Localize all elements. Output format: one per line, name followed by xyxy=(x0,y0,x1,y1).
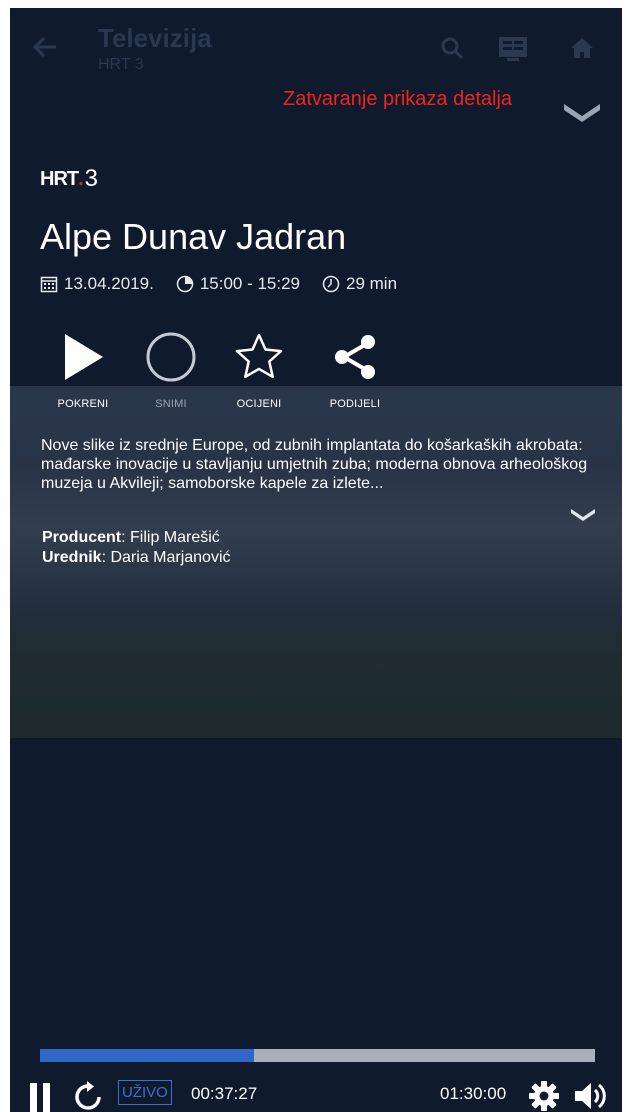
progress-bar[interactable] xyxy=(40,1049,595,1062)
channel-logo-hrt: HRT xyxy=(40,167,79,190)
action-bar: POKRENI SNIMI OCIJENI PODIJELI xyxy=(10,326,622,416)
player-bar: UŽIVO 00:37:27 01:30:00 xyxy=(10,1040,622,1112)
settings-gear-icon[interactable] xyxy=(528,1080,560,1112)
share-label: PODIJELI xyxy=(329,398,381,410)
pause-icon[interactable] xyxy=(28,1082,54,1112)
back-arrow-icon[interactable] xyxy=(32,34,58,65)
share-icon xyxy=(335,335,375,379)
editor-name: : Daria Marjanović xyxy=(101,549,231,566)
producer-line: Producent: Filip Marešić xyxy=(42,528,231,548)
rate-label: OCIJENI xyxy=(236,398,282,410)
program-title: Alpe Dunav Jadran xyxy=(40,216,347,257)
date-item: 13.04.2019. xyxy=(40,274,154,294)
total-time: 01:30:00 xyxy=(440,1084,507,1103)
current-time: 00:37:27 xyxy=(191,1084,258,1103)
play-label: POKRENI xyxy=(57,398,109,410)
progress-fill xyxy=(40,1049,254,1062)
pie-clock-icon xyxy=(176,275,194,293)
program-meta: 13.04.2019. 15:00 - 15:29 29 min xyxy=(40,274,419,294)
rate-button[interactable]: OCIJENI xyxy=(214,326,304,410)
calendar-icon xyxy=(40,276,58,293)
record-label: SNIMI xyxy=(155,398,187,410)
program-duration: 29 min xyxy=(346,274,398,293)
tv-guide-icon[interactable] xyxy=(498,36,528,67)
search-icon[interactable] xyxy=(440,36,464,65)
share-button[interactable]: PODIJELI xyxy=(310,326,400,410)
record-icon xyxy=(146,332,196,382)
live-button[interactable]: UŽIVO xyxy=(118,1080,172,1105)
editor-line: Urednik: Daria Marjanović xyxy=(42,548,231,568)
channel-logo: HRT . 3 xyxy=(40,165,99,192)
program-description: Nove slike iz srednje Europe, od zubnih … xyxy=(41,437,588,492)
page-title: Televizija xyxy=(98,23,212,53)
play-button[interactable]: POKRENI xyxy=(38,326,128,410)
producer-label: Producent xyxy=(42,529,122,546)
home-icon[interactable] xyxy=(570,36,594,65)
top-bar: Televizija HRT 3 xyxy=(10,8,622,88)
editor-label: Urednik xyxy=(42,549,102,566)
play-icon xyxy=(65,334,103,380)
program-date: 13.04.2019. xyxy=(64,274,154,293)
app-screen: Televizija HRT 3 Zatvaranje prikaza deta… xyxy=(10,8,622,1112)
expand-description-icon[interactable] xyxy=(570,506,596,527)
replay-icon[interactable] xyxy=(72,1080,106,1112)
duration-item: 29 min xyxy=(322,274,397,294)
close-details-link[interactable]: Zatvaranje prikaza detalja xyxy=(283,88,512,111)
channel-number: 3 xyxy=(84,165,99,192)
time-item: 15:00 - 15:29 xyxy=(176,274,300,294)
credits: Producent: Filip Marešić Urednik: Daria … xyxy=(42,528,231,568)
channel-logo-dot: . xyxy=(78,167,83,190)
chevron-down-icon[interactable] xyxy=(562,100,602,129)
clock-icon xyxy=(322,275,340,293)
volume-icon[interactable] xyxy=(573,1080,609,1112)
star-icon xyxy=(235,333,283,379)
record-button[interactable]: SNIMI xyxy=(126,326,216,410)
page-subtitle: HRT 3 xyxy=(98,56,144,73)
producer-name: : Filip Marešić xyxy=(121,529,220,546)
program-time: 15:00 - 15:29 xyxy=(199,274,301,293)
